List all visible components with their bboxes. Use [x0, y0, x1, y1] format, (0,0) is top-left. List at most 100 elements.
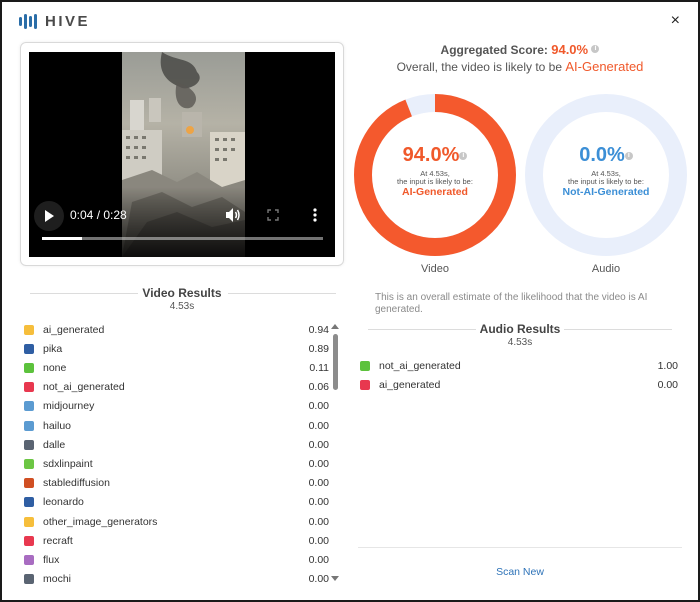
play-icon — [45, 210, 54, 222]
result-label: midjourney — [43, 400, 95, 413]
result-value: 0.00 — [308, 573, 329, 586]
video-player[interactable]: 0:04 / 0:28 — [29, 52, 335, 257]
hive-bars-logo-icon — [19, 14, 37, 29]
list-item: flux 0.00 — [24, 550, 329, 569]
scroll-thumb[interactable] — [333, 334, 338, 390]
time-display: 0:04 / 0:28 — [70, 208, 127, 222]
more-vert-icon[interactable] — [312, 207, 318, 223]
result-value: 0.00 — [308, 457, 329, 470]
list-item: ai_generated 0.94 — [24, 320, 329, 339]
video-ring-label: Video — [421, 263, 449, 275]
list-item: not_ai_generated 1.00 — [360, 356, 678, 375]
result-label: mochi — [43, 573, 72, 586]
color-swatch — [24, 574, 34, 585]
result-value: 1.00 — [657, 359, 678, 372]
volume-icon[interactable] — [225, 207, 241, 223]
result-value: 0.00 — [308, 515, 329, 528]
color-swatch — [24, 401, 34, 412]
result-value: 0.94 — [308, 323, 329, 336]
estimate-note: This is an overall estimate of the likel… — [375, 292, 648, 315]
result-value: 0.00 — [308, 534, 329, 547]
aggregated-verdict: AI-Generated — [565, 59, 644, 74]
result-value: 0.00 — [308, 496, 329, 509]
result-value: 0.11 — [309, 361, 329, 374]
seek-progress — [42, 237, 83, 240]
audio-ring-text: 0.0% i At 4.53s, the input is likely to b… — [551, 144, 661, 198]
result-label: dalle — [43, 438, 66, 451]
result-value: 0.00 — [308, 477, 329, 490]
list-item: dalle 0.00 — [24, 435, 329, 454]
list-item: mochi 0.00 — [24, 570, 329, 589]
video-results-time: 4.53s — [169, 301, 195, 312]
divider-left — [30, 293, 138, 294]
hive-logo: HIVE — [19, 13, 90, 30]
aggregated-score: Aggregated Score: 94.0% i Overall, the v… — [362, 42, 678, 74]
scan-new-button[interactable]: Scan New — [470, 566, 570, 578]
video-results-scrollbar[interactable] — [331, 324, 340, 584]
audio-info-icon[interactable]: i — [624, 152, 633, 160]
fullscreen-icon[interactable] — [267, 209, 279, 221]
color-swatch — [24, 343, 34, 354]
result-label: not_ai_generated — [43, 381, 125, 394]
color-swatch — [24, 362, 34, 373]
color-swatch — [24, 382, 34, 393]
result-label: none — [43, 361, 67, 374]
color-swatch — [24, 497, 34, 508]
video-results-list: ai_generated 0.94 pika 0.89 none 0.11 not_ai_g… — [24, 320, 329, 590]
audio-ring-verdict: Not-AI-Generated — [562, 186, 650, 198]
result-label: ai_generated — [379, 378, 441, 391]
color-swatch — [24, 439, 34, 450]
result-value: 0.00 — [657, 378, 678, 391]
audio-divider-left — [368, 329, 476, 330]
video-card: 0:04 / 0:28 — [20, 42, 344, 266]
result-value: 0.00 — [308, 553, 329, 566]
scroll-down-icon[interactable] — [331, 576, 339, 581]
result-label: stablediffusion — [43, 477, 110, 490]
color-swatch — [24, 324, 34, 335]
color-swatch — [24, 535, 34, 546]
result-value: 0.00 — [308, 438, 329, 451]
info-icon[interactable]: i — [591, 45, 600, 53]
color-swatch — [360, 360, 370, 371]
video-info-icon[interactable]: i — [459, 152, 468, 160]
result-label: other_image_generators — [43, 515, 158, 528]
list-item: sdxlinpaint 0.00 — [24, 454, 329, 473]
list-item: midjourney 0.00 — [24, 397, 329, 416]
audio-results-title: Audio Results — [479, 322, 561, 336]
aggregated-label: Aggregated Score: — [440, 43, 548, 57]
footer-divider — [358, 547, 682, 548]
audio-results-list: not_ai_generated 1.00 ai_generated 0.00 — [360, 356, 678, 396]
list-item: pika 0.89 — [24, 339, 329, 358]
color-swatch — [24, 420, 34, 431]
modal: HIVE × 0:04 / 0:28 Video Results 4.53s a… — [0, 0, 700, 602]
list-item: ai_generated 0.00 — [360, 375, 678, 394]
list-item: hailuo 0.00 — [24, 416, 329, 435]
result-label: pika — [43, 342, 63, 355]
list-item: other_image_generators 0.00 — [24, 512, 329, 531]
result-label: recraft — [43, 534, 73, 547]
audio-ring-pct: 0.0% — [579, 144, 625, 166]
list-item: none 0.11 — [24, 358, 329, 377]
color-swatch — [24, 478, 34, 489]
divider-right — [228, 293, 336, 294]
video-results-title: Video Results — [142, 286, 222, 300]
play-button[interactable] — [34, 201, 64, 231]
video-likely-text: the input is likely to be: — [397, 177, 473, 186]
color-swatch — [360, 379, 370, 390]
audio-results-time: 4.53s — [507, 337, 533, 348]
audio-ring-label: Audio — [591, 263, 621, 275]
color-swatch — [24, 458, 34, 469]
aggregated-line2: Overall, the video is likely to be — [396, 60, 563, 74]
result-value: 0.89 — [308, 342, 329, 355]
seek-bar[interactable] — [42, 237, 323, 240]
result-value: 0.06 — [308, 381, 329, 394]
list-item: recraft 0.00 — [24, 531, 329, 550]
list-item: not_ai_generated 0.06 — [24, 378, 329, 397]
close-button[interactable]: × — [671, 12, 680, 30]
result-label: hailuo — [43, 419, 72, 432]
list-item: stablediffusion 0.00 — [24, 474, 329, 493]
result-label: not_ai_generated — [379, 359, 461, 372]
result-value: 0.00 — [308, 400, 329, 413]
scroll-up-icon[interactable] — [331, 324, 339, 329]
result-label: sdxlinpaint — [43, 457, 93, 470]
